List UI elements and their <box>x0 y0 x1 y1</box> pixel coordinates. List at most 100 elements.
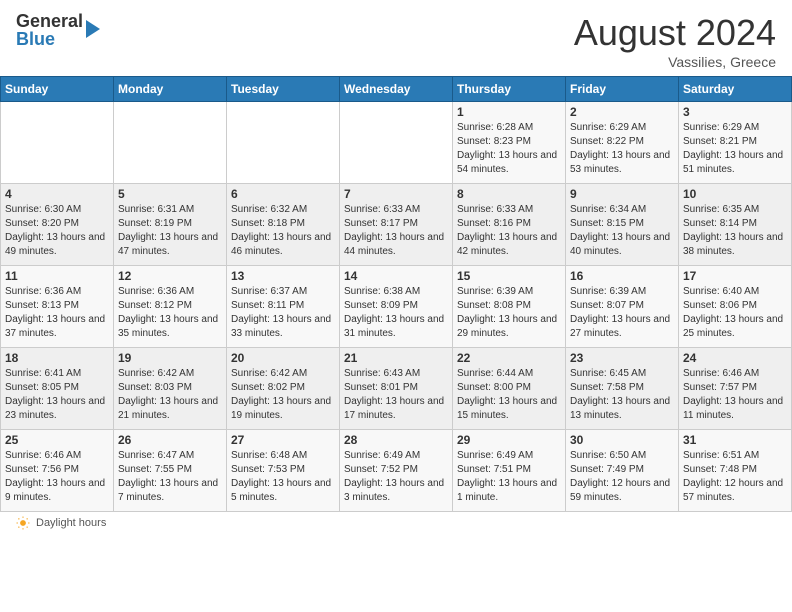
day-info: Sunrise: 6:48 AM Sunset: 7:53 PM Dayligh… <box>231 449 335 505</box>
logo: General Blue <box>16 12 100 48</box>
day-number: 3 <box>683 105 787 119</box>
sun-icon <box>16 516 30 530</box>
table-row: 2Sunrise: 6:29 AM Sunset: 8:22 PM Daylig… <box>566 102 679 184</box>
day-number: 7 <box>344 187 448 201</box>
table-row: 21 Sunrise: 6:43 AM Sunset: 8:01 PM Dayli… <box>340 348 453 430</box>
table-row: 12 Sunrise: 6:36 AM Sunset: 8:12 PM Dayli… <box>114 266 227 348</box>
day-info: Sunrise: 6:39 AM Sunset: 8:08 PM Dayligh… <box>457 285 561 341</box>
day-number: 6 <box>231 187 335 201</box>
calendar-week-row: 25 Sunrise: 6:46 AM Sunset: 7:56 PM Dayli… <box>1 430 792 512</box>
logo-blue: Blue <box>16 30 83 48</box>
calendar-week-row: 4 Sunrise: 6:30 AM Sunset: 8:20 PM Daylig… <box>1 184 792 266</box>
daylight-label: Daylight hours <box>36 517 106 529</box>
col-friday: Friday <box>566 77 679 102</box>
day-number: 26 <box>118 433 222 447</box>
table-row: 26Sunrise: 6:47 AM Sunset: 7:55 PM Dayli… <box>114 430 227 512</box>
day-info: Sunrise: 6:43 AM Sunset: 8:01 PM Dayligh… <box>344 367 448 423</box>
table-row: 25 Sunrise: 6:46 AM Sunset: 7:56 PM Dayli… <box>1 430 114 512</box>
table-row: 7 Sunrise: 6:33 AM Sunset: 8:17 PM Daylig… <box>340 184 453 266</box>
day-number: 27 <box>231 433 335 447</box>
day-number: 21 <box>344 351 448 365</box>
table-row: 17 Sunrise: 6:40 AM Sunset: 8:06 PM Dayli… <box>679 266 792 348</box>
day-number: 1 <box>457 105 561 119</box>
table-row: 10 Sunrise: 6:35 AM Sunset: 8:14 PM Dayli… <box>679 184 792 266</box>
day-number: 4 <box>5 187 109 201</box>
day-number: 23 <box>570 351 674 365</box>
day-number: 11 <box>5 269 109 283</box>
table-row: 4 Sunrise: 6:30 AM Sunset: 8:20 PM Daylig… <box>1 184 114 266</box>
table-row: 29 Sunrise: 6:49 AM Sunset: 7:51 PM Dayli… <box>453 430 566 512</box>
table-row: 8 Sunrise: 6:33 AM Sunset: 8:16 PM Daylig… <box>453 184 566 266</box>
day-info: Sunrise: 6:39 AM Sunset: 8:07 PM Dayligh… <box>570 285 674 341</box>
day-number: 25 <box>5 433 109 447</box>
table-row: 20Sunrise: 6:42 AM Sunset: 8:02 PM Dayli… <box>227 348 340 430</box>
logo-general: General <box>16 12 83 30</box>
footer: Daylight hours <box>0 512 792 534</box>
day-number: 18 <box>5 351 109 365</box>
table-row: 27 Sunrise: 6:48 AM Sunset: 7:53 PM Dayli… <box>227 430 340 512</box>
table-row: 28Sunrise: 6:49 AM Sunset: 7:52 PM Dayli… <box>340 430 453 512</box>
calendar-week-row: 11Sunrise: 6:36 AM Sunset: 8:13 PM Dayli… <box>1 266 792 348</box>
table-row: 9Sunrise: 6:34 AM Sunset: 8:15 PM Daylig… <box>566 184 679 266</box>
day-info: Sunrise: 6:49 AM Sunset: 7:51 PM Dayligh… <box>457 449 561 505</box>
table-row: 14 Sunrise: 6:38 AM Sunset: 8:09 PM Dayli… <box>340 266 453 348</box>
col-tuesday: Tuesday <box>227 77 340 102</box>
day-number: 16 <box>570 269 674 283</box>
day-info: Sunrise: 6:45 AM Sunset: 7:58 PM Dayligh… <box>570 367 674 423</box>
table-row: 22Sunrise: 6:44 AM Sunset: 8:00 PM Dayli… <box>453 348 566 430</box>
col-saturday: Saturday <box>679 77 792 102</box>
day-info: Sunrise: 6:37 AM Sunset: 8:11 PM Dayligh… <box>231 285 335 341</box>
day-number: 10 <box>683 187 787 201</box>
day-number: 14 <box>344 269 448 283</box>
table-row: 1Sunrise: 6:28 AM Sunset: 8:23 PM Daylig… <box>453 102 566 184</box>
calendar-table: Sunday Monday Tuesday Wednesday Thursday… <box>0 76 792 512</box>
table-row: 31 Sunrise: 6:51 AM Sunset: 7:48 PM Dayli… <box>679 430 792 512</box>
table-row: 16 Sunrise: 6:39 AM Sunset: 8:07 PM Dayli… <box>566 266 679 348</box>
day-number: 24 <box>683 351 787 365</box>
day-number: 31 <box>683 433 787 447</box>
day-info: Sunrise: 6:36 AM Sunset: 8:12 PM Dayligh… <box>118 285 222 341</box>
table-row: 30Sunrise: 6:50 AM Sunset: 7:49 PM Dayli… <box>566 430 679 512</box>
calendar-week-row: 1Sunrise: 6:28 AM Sunset: 8:23 PM Daylig… <box>1 102 792 184</box>
day-info: Sunrise: 6:42 AM Sunset: 8:03 PM Dayligh… <box>118 367 222 423</box>
table-row: 15Sunrise: 6:39 AM Sunset: 8:08 PM Dayli… <box>453 266 566 348</box>
logo-arrow-icon <box>86 20 100 38</box>
day-info: Sunrise: 6:46 AM Sunset: 7:56 PM Dayligh… <box>5 449 109 505</box>
day-info: Sunrise: 6:29 AM Sunset: 8:21 PM Dayligh… <box>683 121 787 177</box>
table-row <box>340 102 453 184</box>
day-number: 19 <box>118 351 222 365</box>
day-info: Sunrise: 6:32 AM Sunset: 8:18 PM Dayligh… <box>231 203 335 259</box>
location: Vassilies, Greece <box>574 54 776 70</box>
table-row: 3 Sunrise: 6:29 AM Sunset: 8:21 PM Daylig… <box>679 102 792 184</box>
title-section: August 2024 Vassilies, Greece <box>574 12 776 70</box>
month-title: August 2024 <box>574 12 776 54</box>
day-info: Sunrise: 6:33 AM Sunset: 8:17 PM Dayligh… <box>344 203 448 259</box>
col-sunday: Sunday <box>1 77 114 102</box>
day-info: Sunrise: 6:51 AM Sunset: 7:48 PM Dayligh… <box>683 449 787 505</box>
day-info: Sunrise: 6:33 AM Sunset: 8:16 PM Dayligh… <box>457 203 561 259</box>
day-info: Sunrise: 6:35 AM Sunset: 8:14 PM Dayligh… <box>683 203 787 259</box>
day-info: Sunrise: 6:46 AM Sunset: 7:57 PM Dayligh… <box>683 367 787 423</box>
table-row: 13Sunrise: 6:37 AM Sunset: 8:11 PM Dayli… <box>227 266 340 348</box>
day-number: 8 <box>457 187 561 201</box>
day-info: Sunrise: 6:42 AM Sunset: 8:02 PM Dayligh… <box>231 367 335 423</box>
day-number: 5 <box>118 187 222 201</box>
day-info: Sunrise: 6:40 AM Sunset: 8:06 PM Dayligh… <box>683 285 787 341</box>
day-info: Sunrise: 6:30 AM Sunset: 8:20 PM Dayligh… <box>5 203 109 259</box>
day-number: 29 <box>457 433 561 447</box>
table-row: 24 Sunrise: 6:46 AM Sunset: 7:57 PM Dayli… <box>679 348 792 430</box>
calendar-header-row: Sunday Monday Tuesday Wednesday Thursday… <box>1 77 792 102</box>
table-row: 6 Sunrise: 6:32 AM Sunset: 8:18 PM Daylig… <box>227 184 340 266</box>
day-info: Sunrise: 6:34 AM Sunset: 8:15 PM Dayligh… <box>570 203 674 259</box>
day-info: Sunrise: 6:41 AM Sunset: 8:05 PM Dayligh… <box>5 367 109 423</box>
day-number: 28 <box>344 433 448 447</box>
day-number: 30 <box>570 433 674 447</box>
table-row: 18 Sunrise: 6:41 AM Sunset: 8:05 PM Dayli… <box>1 348 114 430</box>
table-row: 11Sunrise: 6:36 AM Sunset: 8:13 PM Dayli… <box>1 266 114 348</box>
day-number: 12 <box>118 269 222 283</box>
day-info: Sunrise: 6:38 AM Sunset: 8:09 PM Dayligh… <box>344 285 448 341</box>
day-info: Sunrise: 6:31 AM Sunset: 8:19 PM Dayligh… <box>118 203 222 259</box>
day-number: 17 <box>683 269 787 283</box>
day-number: 22 <box>457 351 561 365</box>
col-monday: Monday <box>114 77 227 102</box>
